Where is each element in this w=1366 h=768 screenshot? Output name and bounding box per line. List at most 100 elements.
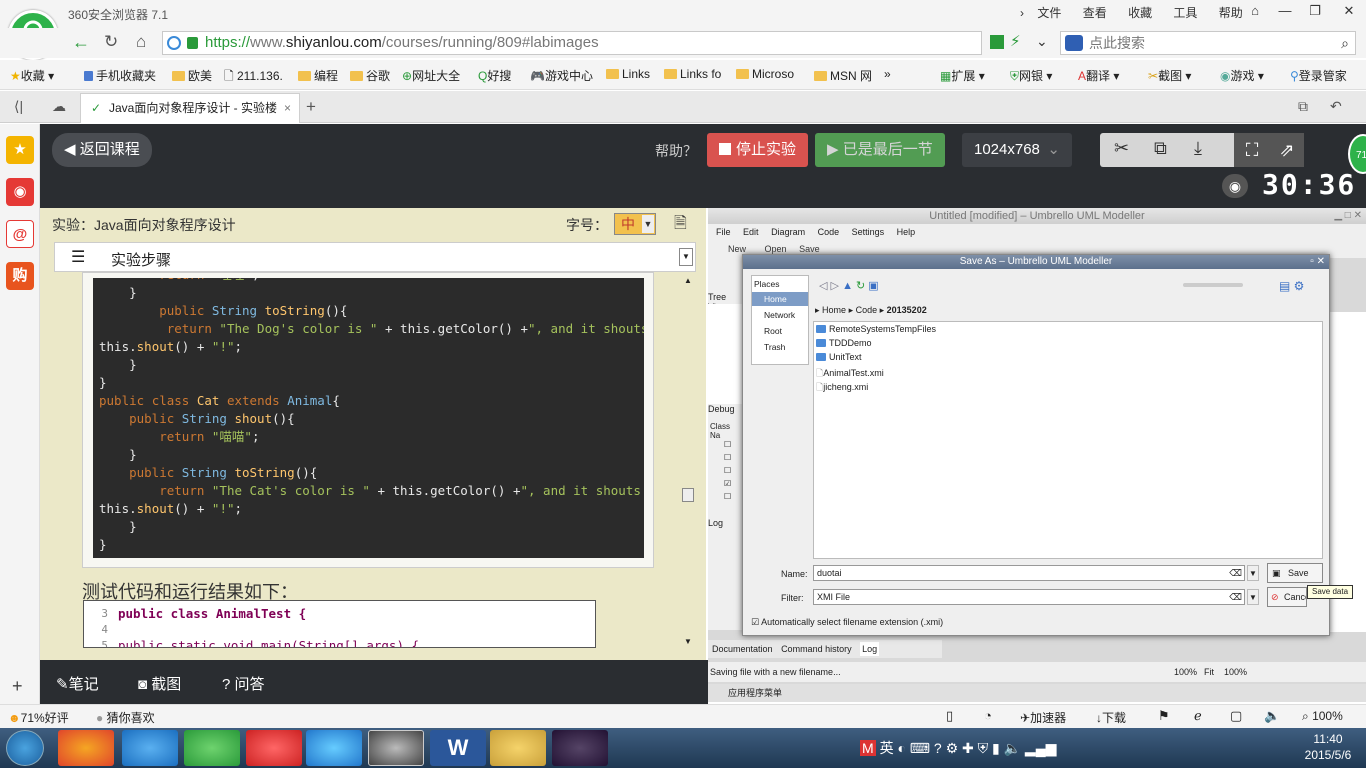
save-tool-button[interactable]: Save (799, 244, 820, 254)
filename-input[interactable]: duotai ⌫ (813, 565, 1245, 581)
search-input[interactable]: 点此搜索 ⌕ (1060, 31, 1356, 55)
game-button[interactable]: ◉游戏 ▾ (1220, 67, 1264, 84)
download-icon[interactable]: ⤓ (1194, 138, 1202, 159)
extension-button[interactable]: ▦扩展 ▾ (940, 67, 985, 84)
breadcrumb-home[interactable]: ▸ Home (815, 305, 846, 315)
screen-share-icon[interactable]: ⧉ (1154, 138, 1167, 159)
search-icon[interactable]: ⌕ (1341, 32, 1349, 54)
rating-button[interactable]: ☻71%好评 (8, 709, 69, 726)
bookmark-link[interactable]: ⊕网址大全 (402, 67, 460, 84)
new-tab-button[interactable]: + (306, 97, 316, 117)
place-root[interactable]: Root (752, 322, 808, 338)
menu-settings[interactable]: Settings (852, 227, 885, 237)
bookmark-folder[interactable]: 欧美 (172, 67, 212, 84)
app-menu-label[interactable]: 应用程序菜单 (728, 688, 782, 698)
bookmark-link[interactable]: 🎮游戏中心 (530, 67, 593, 84)
minimize-button[interactable]: — (1270, 0, 1300, 22)
diagram-canvas[interactable] (1330, 312, 1366, 632)
bookmark-folder[interactable]: 谷歌 (350, 67, 390, 84)
scissors-icon[interactable]: ✂ (1114, 138, 1129, 159)
file-item[interactable]: UnitText (816, 352, 1320, 366)
back-to-course-button[interactable]: ◀ 返回课程 (52, 133, 152, 167)
ie-taskbar-icon[interactable] (122, 730, 178, 766)
file-item[interactable]: RemoteSystemsTempFiles (816, 324, 1320, 338)
menu-tools[interactable]: 工具 (1173, 6, 1197, 20)
tab-log[interactable]: Log (860, 642, 880, 656)
translate-button[interactable]: A翻译 ▾ (1078, 67, 1119, 84)
fit-button[interactable]: Fit (1204, 662, 1214, 682)
bank-button[interactable]: ⛨网银 ▾ (1010, 67, 1052, 84)
guess-like-button[interactable]: ● 猜你喜欢 (96, 709, 155, 726)
tab-command-history[interactable]: Command history (781, 644, 852, 654)
auto-extension-checkbox[interactable]: ☑ Automatically select filename extensio… (751, 617, 943, 628)
vm-taskbar[interactable]: 应用程序菜单 (708, 684, 1366, 702)
site-info-icon[interactable] (167, 36, 181, 50)
more-bookmarks-icon[interactable]: » (884, 67, 891, 81)
shopping-icon[interactable]: 购 (6, 262, 34, 290)
window-controls[interactable]: ▁ □ ✕ (1334, 208, 1362, 224)
browser-taskbar-icon[interactable] (184, 730, 240, 766)
fullscreen-icon[interactable]: ⛶ (1234, 133, 1270, 167)
new-folder-icon[interactable]: ▤ ⚙ (1279, 279, 1304, 293)
menu-favorites[interactable]: 收藏 (1128, 6, 1152, 20)
explorer-taskbar-icon[interactable] (490, 730, 546, 766)
ie-icon[interactable]: ℯ (1194, 708, 1202, 724)
back-arrow-icon[interactable]: ← (72, 32, 90, 53)
eclipse-taskbar-icon[interactable] (552, 730, 608, 766)
download-button[interactable]: ↓下载 (1096, 709, 1126, 726)
volume-icon[interactable]: 🔈 (1264, 708, 1280, 724)
sidebar-toggle-icon[interactable]: ⟨| (14, 98, 23, 115)
name-dropdown-button[interactable]: ▼ (1247, 565, 1259, 581)
popout-icon[interactable]: ⇗ (1270, 133, 1304, 167)
refresh-icon[interactable]: ↻ (104, 32, 118, 52)
last-section-button[interactable]: ▶ 已是最后一节 (815, 133, 945, 167)
note-taskbar-icon[interactable] (306, 730, 362, 766)
file-item[interactable]: 🗋jicheng.xmi (816, 380, 1320, 394)
mail-icon[interactable]: @ (6, 220, 34, 248)
menu-edit[interactable]: Edit (743, 227, 759, 237)
music-taskbar-icon[interactable] (246, 730, 302, 766)
up-icon[interactable]: ▲ (842, 280, 853, 292)
bookmark-mobile[interactable]: 手机收藏夹 (84, 67, 156, 84)
reload-icon[interactable]: ↻ (856, 280, 865, 292)
menu-view[interactable]: 查看 (1083, 6, 1107, 20)
debug-checkboxes[interactable]: ☐ ☐ ☐ ☑ ☐ (724, 438, 734, 510)
file-item[interactable]: TDDDemo (816, 338, 1320, 352)
word-taskbar-icon[interactable]: W (430, 730, 486, 766)
menu-help[interactable]: Help (897, 227, 916, 237)
cancel-button[interactable]: ⊘Cancel (1267, 587, 1307, 607)
forward-icon[interactable]: ▷ (831, 280, 839, 292)
lightning-icon[interactable]: ⚡ (1010, 32, 1021, 50)
font-size-select[interactable]: 中 ▼ (614, 213, 656, 235)
back-icon[interactable]: ◁ (819, 280, 827, 292)
tree-view-panel[interactable] (708, 304, 742, 404)
login-manager-button[interactable]: ⚲登录管家 (1290, 67, 1347, 84)
steps-header[interactable]: ☰ 实验步骤 ▼ (54, 242, 696, 272)
zoom-control[interactable]: ⌕ 100% (1302, 709, 1343, 724)
phone-icon[interactable]: ▯ (946, 708, 953, 724)
resolution-select[interactable]: 1024x768 ⌄ (962, 133, 1072, 167)
file-item[interactable]: 🗋AnimalTest.xmi (816, 366, 1320, 380)
breadcrumb-folder[interactable]: ▸ 20135202 (880, 305, 927, 315)
tray-icons[interactable]: M 英 ◐ ⌨ ? ⚙ ✚ ⛨ ▮ 🔈 ▂▄▆ (860, 738, 1056, 758)
help-link[interactable]: 帮助？ (655, 141, 697, 161)
content-scrollbar[interactable]: ▲ ▼ (682, 276, 694, 646)
stop-experiment-button[interactable]: 停止实验 (707, 133, 809, 167)
cloud-icon[interactable]: ☁ (52, 98, 66, 115)
game-taskbar-icon[interactable] (368, 730, 424, 766)
bookmark-link[interactable]: Q好搜 (478, 67, 511, 84)
document-icon[interactable]: 🗎 (674, 212, 687, 239)
start-button[interactable] (6, 730, 44, 766)
scroll-thumb[interactable] (682, 488, 694, 502)
file-list[interactable]: RemoteSystemsTempFiles TDDDemo UnitText … (813, 321, 1323, 559)
url-input[interactable]: https://www.shiyanlou.com/courses/runnin… (162, 31, 982, 55)
bookmark-folder[interactable]: 编程 (298, 67, 338, 84)
scroll-down-icon[interactable]: ▼ (682, 637, 694, 646)
tab-close-button[interactable]: × (284, 94, 291, 122)
screenshot-button[interactable]: ✂截图 ▾ (1148, 67, 1191, 84)
speed-icon[interactable]: ◔ (984, 708, 992, 723)
bookmark-folder[interactable]: Links fo (664, 67, 721, 81)
close-window-button[interactable]: ✕ (1332, 0, 1366, 22)
notes-button[interactable]: ✎笔记 (56, 673, 99, 694)
clear-icon[interactable]: ⌫ (1229, 566, 1242, 580)
